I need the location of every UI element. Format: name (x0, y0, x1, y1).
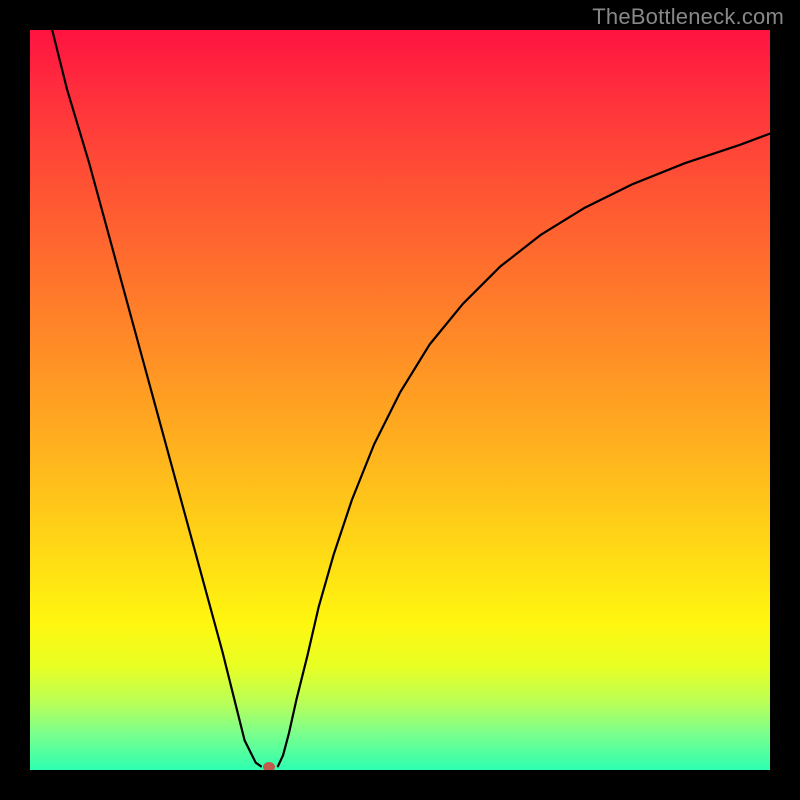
marker-dot (263, 762, 275, 770)
plot-area (30, 30, 770, 770)
curve-left (52, 30, 261, 766)
curve-right (278, 134, 770, 767)
chart-container: TheBottleneck.com (0, 0, 800, 800)
plot-svg (30, 30, 770, 770)
watermark-text: TheBottleneck.com (592, 4, 784, 30)
